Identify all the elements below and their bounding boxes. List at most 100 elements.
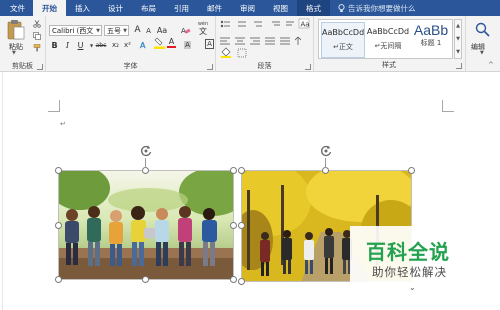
highlight-color-icon[interactable] bbox=[154, 37, 165, 49]
paste-dropdown-icon[interactable]: ▼ bbox=[12, 50, 16, 56]
styles-scroll[interactable]: ▲ ▼ ▼ bbox=[454, 19, 462, 59]
font-size-dropdown-icon: ▼ bbox=[123, 28, 127, 34]
tab-layout[interactable]: 布局 bbox=[132, 0, 165, 16]
paragraph-launcher-icon[interactable] bbox=[305, 64, 311, 70]
image-1-resize-handle-e[interactable] bbox=[230, 222, 237, 229]
image-1-rotate-stem bbox=[145, 158, 146, 168]
layout-options-icon[interactable]: ⌄ bbox=[409, 283, 416, 292]
font-name-dropdown-icon: ▼ bbox=[96, 28, 100, 34]
font-color-swatch bbox=[167, 46, 176, 48]
underline-button[interactable]: U bbox=[75, 40, 86, 50]
strikethrough-button[interactable]: abc bbox=[94, 40, 108, 50]
svg-text:Aa: Aa bbox=[301, 21, 310, 29]
clipboard-launcher-icon[interactable] bbox=[37, 64, 43, 70]
image-2-resize-handle-n[interactable] bbox=[322, 167, 329, 174]
paragraph-group-label: 段落 bbox=[257, 62, 272, 70]
image-2-resize-handle-ne[interactable] bbox=[408, 167, 415, 174]
tell-me-text: 告诉我你想要做什么 bbox=[348, 3, 416, 13]
change-case-button[interactable]: Aa bbox=[155, 25, 169, 35]
editing-dropdown-icon: ▼ bbox=[480, 50, 484, 56]
style-heading-1[interactable]: AaBb 标题 1 bbox=[409, 22, 453, 58]
tab-file[interactable]: 文件 bbox=[0, 0, 33, 16]
styles-group-label: 样式 bbox=[382, 61, 396, 69]
tab-home[interactable]: 开始 bbox=[33, 0, 66, 16]
image-1-resize-handle-s[interactable] bbox=[142, 276, 149, 283]
styles-launcher-icon[interactable] bbox=[456, 63, 462, 69]
tab-references[interactable]: 引用 bbox=[165, 0, 198, 16]
char-shading-button[interactable]: A bbox=[182, 40, 193, 50]
style-no-spacing-name: ↵无间隔 bbox=[374, 42, 402, 50]
phonetic-guide-button[interactable]: wén 文 bbox=[196, 21, 210, 36]
phonetic-label: 文 bbox=[199, 27, 207, 36]
image-1-resize-handle-n[interactable] bbox=[142, 167, 149, 174]
styles-scroll-up-icon[interactable]: ▲ bbox=[456, 23, 460, 29]
paragraph-mark: ↵ bbox=[60, 120, 66, 128]
font-launcher-icon[interactable] bbox=[207, 64, 213, 70]
image-1-selection-border bbox=[58, 170, 234, 280]
image-1-resize-handle-se[interactable] bbox=[230, 276, 237, 283]
bold-button[interactable]: B bbox=[49, 40, 60, 50]
text-effects-icon[interactable]: A bbox=[138, 40, 149, 50]
style-heading-1-sample: AaBb bbox=[413, 22, 449, 38]
ribbon-tab-bar: 文件 开始 插入 设计 布局 引用 邮件 审阅 视图 格式 告诉我你想要做什么 bbox=[0, 0, 500, 16]
clear-formatting-icon[interactable]: A bbox=[180, 25, 192, 35]
char-border-button[interactable]: A bbox=[204, 39, 215, 49]
font-size-select[interactable]: 五号 ▼ bbox=[104, 25, 129, 36]
font-name-select[interactable]: Calibri (西文 ▼ bbox=[49, 25, 102, 36]
image-2-rotate-handle-icon[interactable] bbox=[319, 144, 333, 158]
font-name-value: Calibri (西文 bbox=[52, 26, 94, 35]
style-normal[interactable]: AaBbCcDd ↵正文 bbox=[321, 22, 365, 58]
find-icon bbox=[475, 22, 490, 37]
watermark-subtitle: 助你轻松解决 bbox=[372, 265, 447, 279]
tab-format[interactable]: 格式 bbox=[297, 0, 330, 16]
style-heading-1-name: 标题 1 bbox=[420, 39, 442, 47]
image-2-resize-handle-sw[interactable] bbox=[238, 278, 245, 285]
styles-gallery: AaBbCcDd ↵正文 AaBbCcDd ↵无间隔 AaBb 标题 1 bbox=[318, 19, 453, 59]
style-normal-sample: AaBbCcDd bbox=[322, 28, 365, 37]
image-1-rotate-handle-icon[interactable] bbox=[139, 144, 153, 158]
watermark-title: 百科全说 bbox=[366, 240, 450, 264]
tab-design[interactable]: 设计 bbox=[99, 0, 132, 16]
page-edge bbox=[2, 72, 3, 310]
font-group-label: 字体 bbox=[123, 62, 138, 70]
paste-button[interactable] bbox=[5, 19, 27, 41]
tab-insert[interactable]: 插入 bbox=[66, 0, 99, 16]
style-no-spacing[interactable]: AaBbCcDd ↵无间隔 bbox=[366, 22, 410, 58]
copy-icon[interactable] bbox=[31, 31, 42, 41]
paragraph-group: Aa 段落 bbox=[216, 16, 314, 72]
grow-font-button[interactable]: A bbox=[132, 25, 143, 35]
paragraph-controls-icon: Aa bbox=[220, 18, 310, 58]
tell-me-search[interactable]: 告诉我你想要做什么 bbox=[338, 0, 416, 16]
watermark: 百科全说 助你轻松解决 bbox=[350, 226, 472, 286]
image-2-resize-handle-w[interactable] bbox=[238, 222, 245, 229]
style-normal-name: ↵正文 bbox=[333, 43, 353, 51]
editing-button[interactable]: 编辑 ▼ bbox=[468, 19, 498, 59]
style-no-spacing-sample: AaBbCcDd bbox=[366, 27, 410, 36]
image-1-resize-handle-w[interactable] bbox=[55, 222, 62, 229]
superscript-button[interactable]: x² bbox=[122, 40, 133, 50]
tab-review[interactable]: 审阅 bbox=[231, 0, 264, 16]
image-1-resize-handle-sw[interactable] bbox=[55, 276, 62, 283]
tab-view[interactable]: 视图 bbox=[264, 0, 297, 16]
font-size-value: 五号 bbox=[107, 26, 121, 35]
char-border-label: A bbox=[205, 39, 214, 49]
clipboard-group: 粘贴 ▼ 剪贴板 bbox=[0, 16, 46, 72]
cut-icon[interactable] bbox=[31, 19, 42, 29]
image-2-resize-handle-nw[interactable] bbox=[238, 167, 245, 174]
svg-text:A: A bbox=[140, 41, 146, 50]
image-1-resize-handle-ne[interactable] bbox=[230, 167, 237, 174]
page-corner-mark-left bbox=[48, 100, 60, 112]
font-color-button[interactable]: A bbox=[166, 38, 177, 48]
styles-more-icon[interactable]: ▼ bbox=[456, 49, 460, 55]
format-painter-icon[interactable] bbox=[31, 43, 42, 53]
subscript-button[interactable]: x₂ bbox=[110, 40, 121, 50]
styles-scroll-down-icon[interactable]: ▼ bbox=[456, 36, 460, 42]
font-color-label: A bbox=[168, 37, 175, 46]
shrink-font-button[interactable]: A bbox=[143, 26, 154, 36]
ribbon: 粘贴 ▼ 剪贴板 Calibri (西文 ▼ 五号 ▼ A A Aa A wén 文 bbox=[0, 16, 500, 72]
image-1-resize-handle-nw[interactable] bbox=[55, 167, 62, 174]
italic-button[interactable]: I bbox=[62, 40, 73, 50]
collapse-ribbon-icon[interactable]: ^ bbox=[488, 61, 494, 69]
image-2-rotate-stem bbox=[325, 158, 326, 168]
tab-mailings[interactable]: 邮件 bbox=[198, 0, 231, 16]
